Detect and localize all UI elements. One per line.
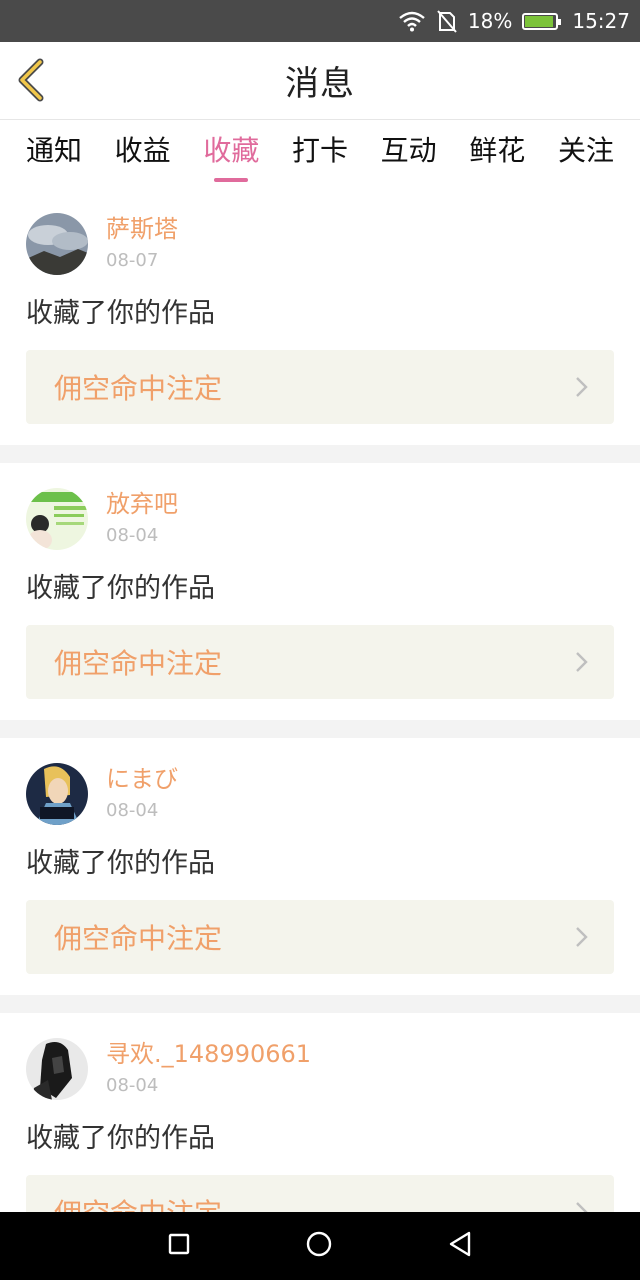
status-bar: 18% 15:27	[0, 0, 640, 42]
timestamp: 08-07	[106, 250, 159, 271]
work-title: 佣空命中注定	[54, 1192, 222, 1212]
message-list[interactable]: 萨斯塔 08-07 收藏了你的作品 佣空命中注定 放弃吧 08-04 收藏了你的…	[0, 188, 640, 1212]
work-title: 佣空命中注定	[54, 647, 223, 680]
chevron-right-icon	[576, 1202, 588, 1212]
battery-icon	[522, 12, 562, 30]
no-sim-icon	[436, 9, 458, 33]
action-text: 收藏了你的作品	[26, 1123, 215, 1154]
system-nav-bar	[0, 1212, 640, 1280]
tab-flowers[interactable]: 鲜花	[469, 120, 525, 188]
avatar[interactable]	[26, 763, 88, 825]
square-icon	[168, 1233, 190, 1255]
back-nav-button[interactable]	[447, 1230, 473, 1262]
page-title: 消息	[285, 64, 355, 104]
username[interactable]: 萨斯塔	[106, 212, 178, 246]
work-link[interactable]: 佣空命中注定	[26, 1175, 614, 1212]
list-item: 寻欢._148990661 08-04 收藏了你的作品 佣空命中注定	[0, 1013, 640, 1212]
circle-icon	[306, 1231, 332, 1257]
home-button[interactable]	[305, 1230, 333, 1262]
triangle-back-icon	[449, 1231, 471, 1257]
tab-checkin[interactable]: 打卡	[292, 120, 348, 188]
tab-bar: 通知 收益 收藏 打卡 互动 鲜花 关注	[0, 120, 640, 188]
wifi-icon	[398, 10, 426, 32]
username[interactable]: にまび	[106, 762, 178, 796]
work-title: 佣空命中注定	[54, 372, 223, 405]
timestamp: 08-04	[106, 525, 159, 546]
username[interactable]: 放弃吧	[106, 487, 178, 521]
clock: 15:27	[572, 9, 630, 33]
action-text: 收藏了你的作品	[26, 573, 215, 604]
chevron-right-icon	[576, 652, 588, 672]
work-link[interactable]: 佣空命中注定	[26, 900, 614, 974]
tab-income[interactable]: 收益	[115, 120, 171, 188]
recents-button[interactable]	[167, 1232, 191, 1260]
avatar[interactable]	[26, 1038, 88, 1100]
timestamp: 08-04	[106, 800, 159, 821]
tab-interaction[interactable]: 互动	[381, 120, 437, 188]
tab-follow[interactable]: 关注	[558, 120, 614, 188]
action-text: 收藏了你的作品	[26, 298, 215, 329]
work-link[interactable]: 佣空命中注定	[26, 625, 614, 699]
back-button[interactable]	[14, 58, 54, 102]
list-item: 放弃吧 08-04 收藏了你的作品 佣空命中注定	[0, 463, 640, 720]
avatar[interactable]	[26, 488, 88, 550]
timestamp: 08-04	[106, 1075, 159, 1096]
chevron-right-icon	[576, 377, 588, 397]
chevron-right-icon	[576, 927, 588, 947]
avatar[interactable]	[26, 213, 88, 275]
action-text: 收藏了你的作品	[26, 848, 215, 879]
tab-notice[interactable]: 通知	[26, 120, 82, 188]
battery-percent: 18%	[467, 9, 513, 33]
work-title: 佣空命中注定	[54, 922, 223, 955]
work-link[interactable]: 佣空命中注定	[26, 350, 614, 424]
tab-favorites[interactable]: 收藏	[203, 120, 259, 188]
list-item: 萨斯塔 08-07 收藏了你的作品 佣空命中注定	[0, 188, 640, 445]
header: 消息	[0, 42, 640, 120]
chevron-left-icon	[18, 58, 44, 102]
username[interactable]: 寻欢._148990661	[106, 1037, 311, 1071]
list-item: にまび 08-04 收藏了你的作品 佣空命中注定	[0, 738, 640, 995]
